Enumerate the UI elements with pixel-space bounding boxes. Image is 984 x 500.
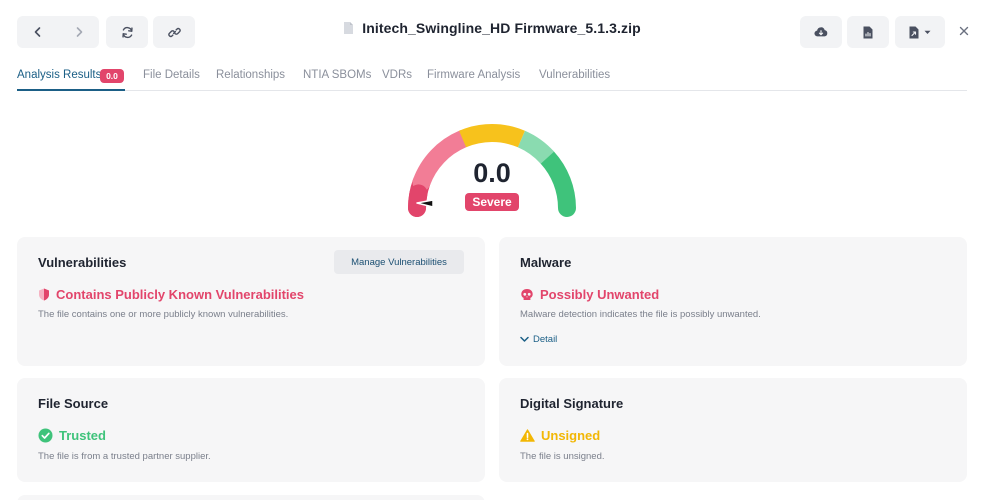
gauge-segment-medium	[459, 124, 525, 148]
card-title: File Source	[38, 396, 109, 411]
gauge-segment-good	[538, 148, 576, 217]
tab-ntia-sboms[interactable]: NTIA SBOMs	[303, 69, 371, 81]
file-source-status: Trusted	[38, 428, 106, 443]
active-tab-indicator	[17, 89, 125, 91]
detail-link-label: Detail	[533, 334, 558, 345]
signature-status-text: Unsigned	[541, 428, 601, 443]
card-title: Digital Signature	[520, 396, 624, 411]
digital-signature-card: Digital Signature Unsigned The file is u…	[499, 378, 967, 482]
malware-description: Malware detection indicates the file is …	[520, 309, 761, 320]
close-icon	[959, 26, 969, 36]
caret-down-icon	[924, 30, 931, 34]
vulnerability-status-text: Contains Publicly Known Vulnerabilities	[56, 287, 304, 302]
tab-vdrs[interactable]: VDRs	[382, 69, 412, 81]
vulnerability-description: The file contains one or more publicly k…	[38, 309, 289, 320]
next-card-partial	[17, 495, 485, 500]
vulnerabilities-card: Vulnerabilities Manage Vulnerabilities C…	[17, 237, 485, 366]
file-source-card: File Source Trusted The file is from a t…	[17, 378, 485, 482]
chevron-down-icon	[520, 336, 529, 342]
file-source-description: The file is from a trusted partner suppl…	[38, 451, 211, 462]
card-title: Malware	[520, 255, 572, 270]
download-button[interactable]	[800, 16, 842, 48]
malware-status: Possibly Unwanted	[520, 287, 659, 302]
shield-bug-icon	[39, 288, 49, 301]
cloud-download-icon	[814, 27, 828, 37]
check-circle-icon	[38, 428, 53, 443]
report-button[interactable]	[847, 16, 889, 48]
file-report-icon	[863, 26, 873, 38]
export-menu-button[interactable]	[895, 16, 945, 48]
gauge-segment-severe-cap	[408, 184, 428, 217]
tab-firmware-analysis[interactable]: Firmware Analysis	[427, 69, 520, 81]
tab-bar: Analysis Results File Details Relationsh…	[17, 62, 967, 91]
malware-detail-toggle[interactable]: Detail	[520, 334, 557, 345]
skull-icon	[521, 288, 533, 300]
gauge-score: 0.0	[473, 158, 511, 188]
warning-icon	[520, 429, 535, 442]
malware-status-text: Possibly Unwanted	[540, 287, 660, 302]
gauge-segment-low	[517, 130, 555, 164]
score-badge: 0.0	[100, 69, 124, 83]
signature-status: Unsigned	[520, 428, 600, 443]
signature-description: The file is unsigned.	[520, 451, 605, 462]
vulnerability-status: Contains Publicly Known Vulnerabilities	[38, 287, 304, 302]
tab-relationships[interactable]: Relationships	[216, 69, 285, 81]
tab-analysis-results[interactable]: Analysis Results	[17, 69, 101, 81]
manage-vulnerabilities-button[interactable]: Manage Vulnerabilities	[334, 250, 464, 274]
page-title: Initech_Swingline_HD Firmware_5.1.3.zip	[362, 20, 641, 36]
file-icon	[344, 22, 354, 34]
tab-vulnerabilities[interactable]: Vulnerabilities	[539, 69, 610, 81]
card-title: Vulnerabilities	[38, 255, 127, 270]
malware-card: Malware Possibly Unwanted Malware detect…	[499, 237, 967, 366]
close-button[interactable]	[956, 23, 972, 39]
file-source-status-text: Trusted	[59, 428, 106, 443]
gauge-rating-badge: Severe	[465, 193, 519, 211]
file-export-icon	[909, 26, 919, 38]
tab-file-details[interactable]: File Details	[143, 69, 200, 81]
